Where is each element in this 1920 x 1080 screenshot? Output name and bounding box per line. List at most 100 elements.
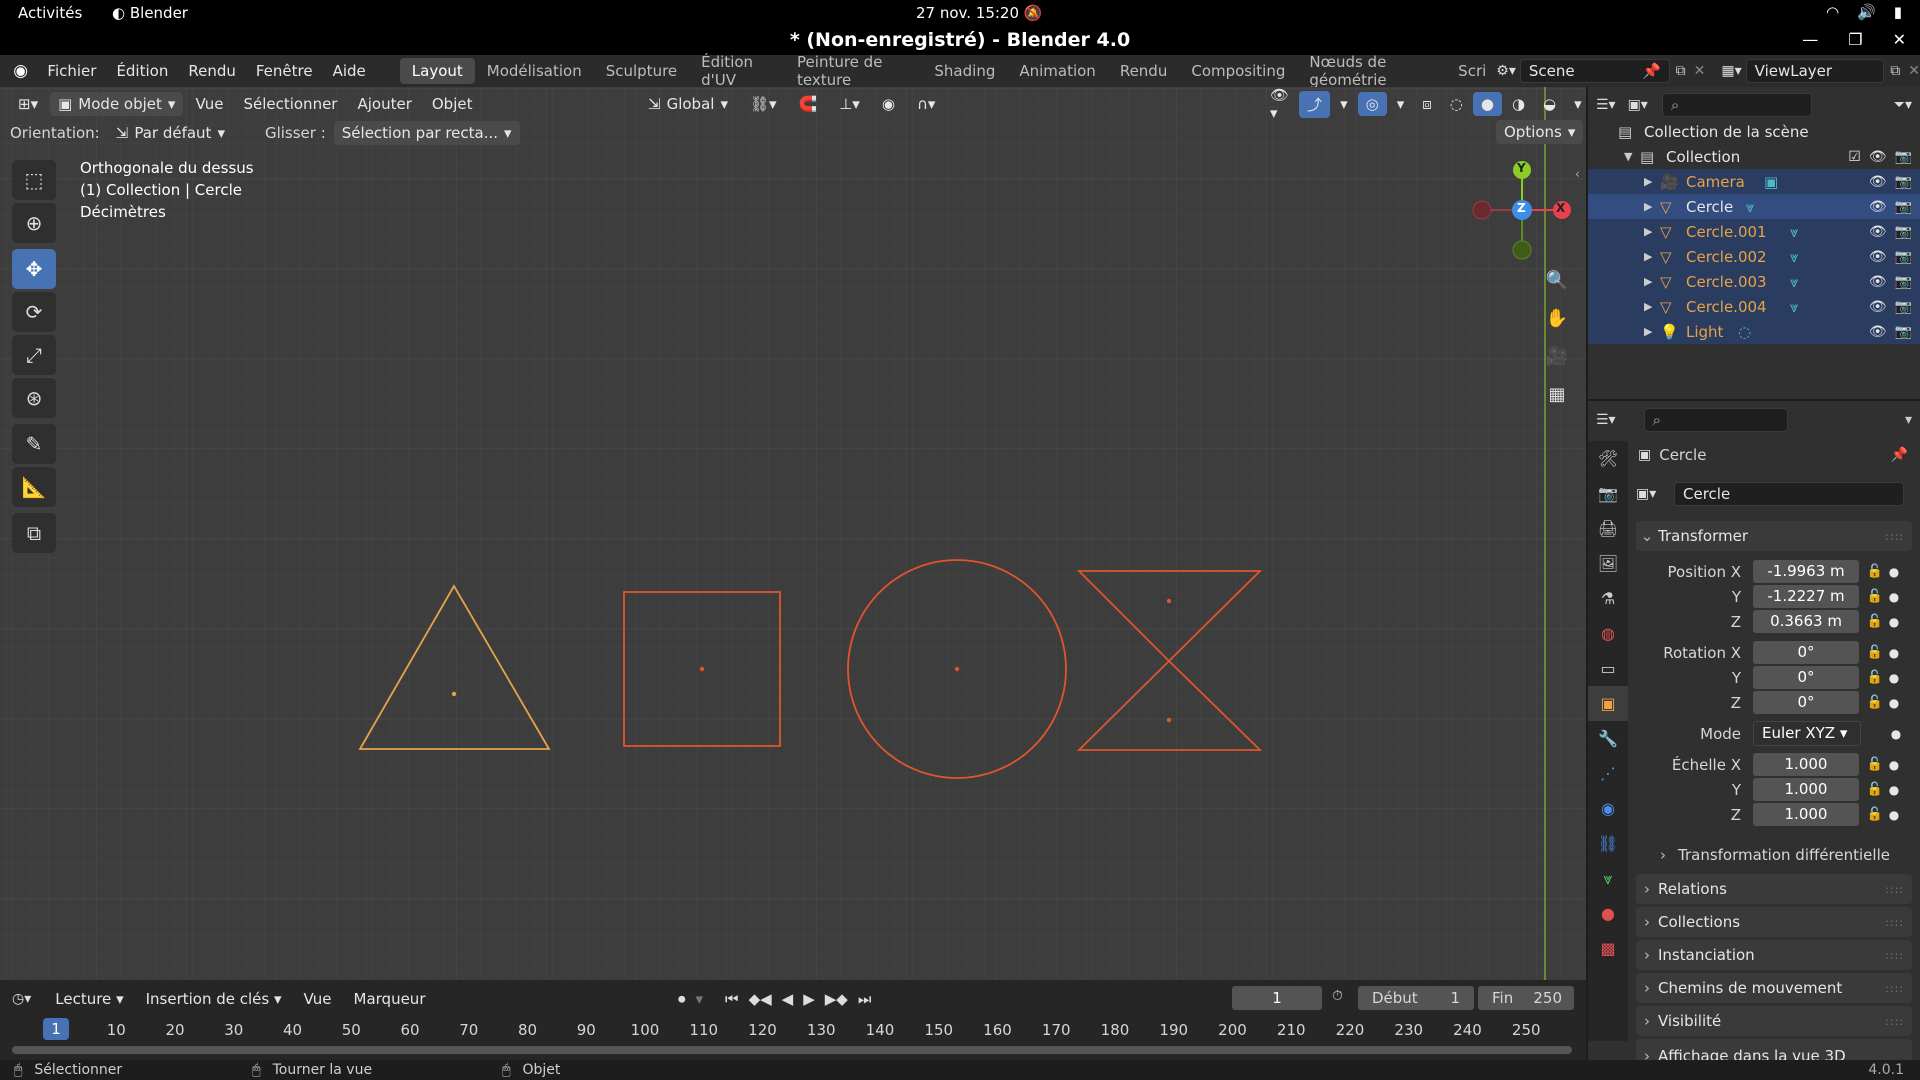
tab-animation[interactable]: Animation	[1007, 58, 1107, 84]
motion-paths-panel-header[interactable]: › Chemins de mouvement ::::	[1636, 973, 1912, 1003]
tab-scripting[interactable]: Scri	[1446, 58, 1490, 84]
pan-hand-icon[interactable]: ✋	[1540, 301, 1574, 335]
keyframe-dot-icon[interactable]: ●	[1887, 783, 1901, 797]
camera-render-icon[interactable]: 📷	[1895, 224, 1912, 240]
keyframe-dot-icon[interactable]: ●	[1889, 727, 1903, 741]
overlay-dropdown-icon[interactable]: ▾	[1389, 92, 1413, 116]
lock-icon[interactable]: 🔓	[1863, 782, 1887, 797]
rendered-shading-icon[interactable]: ◒	[1535, 92, 1564, 116]
properties-editor-icon[interactable]: ☰▾	[1596, 412, 1616, 428]
eye-icon[interactable]: 👁	[1869, 199, 1887, 215]
next-keyframe-icon[interactable]: ▶◆	[825, 990, 848, 1008]
keyframe-dot-icon[interactable]: ●	[1887, 758, 1901, 772]
texture-tab-icon[interactable]: ▩	[1588, 931, 1628, 966]
camera-render-icon[interactable]: 📷	[1895, 149, 1912, 165]
pin-icon[interactable]: 📌	[1891, 447, 1908, 463]
outliner-item-light[interactable]: ▶ 💡 Light ◌ 👁 📷	[1588, 319, 1920, 344]
object-name-field[interactable]: Cercle	[1674, 482, 1904, 506]
maximize-icon[interactable]: ❐	[1848, 30, 1862, 49]
eye-icon[interactable]: 👁	[1869, 149, 1887, 165]
chevron-down-icon[interactable]: ▾	[1905, 412, 1912, 428]
outliner-item-cercle-002[interactable]: ▶ ▽ Cercle.002 ⩔ 👁 📷	[1588, 244, 1920, 269]
keyframe-dot-icon[interactable]: ●	[1887, 590, 1901, 604]
object-browse-icon[interactable]: ▣▾	[1636, 486, 1674, 502]
expand-arrow-icon[interactable]: ▶	[1644, 275, 1660, 288]
view-layer-tab-icon[interactable]: 🖼	[1588, 546, 1628, 581]
proportional-edit-icon[interactable]: ◉	[874, 92, 903, 116]
wireframe-shading-icon[interactable]: ◌	[1442, 92, 1471, 116]
visibility-icon[interactable]: 👁▾	[1262, 87, 1297, 125]
tab-compositing[interactable]: Compositing	[1179, 58, 1297, 84]
lock-icon[interactable]: 🔓	[1863, 807, 1887, 822]
record-icon[interactable]: ⏺	[678, 990, 686, 1008]
camera-render-icon[interactable]: 📷	[1895, 174, 1912, 190]
stopwatch-icon[interactable]: ⏱	[1332, 988, 1343, 1004]
rotation-mode-select[interactable]: Euler XYZ ▾	[1753, 721, 1861, 746]
viewlayer-browse-icon[interactable]: ▦▾	[1721, 63, 1741, 79]
timeline-scrollbar[interactable]	[12, 1046, 1572, 1054]
keyframe-dot-icon[interactable]: ●	[1887, 646, 1901, 660]
camera-render-icon[interactable]: 📷	[1895, 249, 1912, 265]
current-frame-field[interactable]: 1	[1232, 986, 1322, 1010]
cursor-tool-icon[interactable]: ⊕	[12, 203, 56, 243]
play-icon[interactable]: ▶	[803, 990, 815, 1008]
material-shading-icon[interactable]: ◑	[1504, 92, 1533, 116]
tool-tab-icon[interactable]: 🛠	[1588, 441, 1628, 476]
eye-icon[interactable]: 👁	[1869, 299, 1887, 315]
record-options-icon[interactable]: ▾	[696, 990, 704, 1008]
outliner-item-cercle[interactable]: ▶ ▽ Cercle ⩔ 👁 📷	[1588, 194, 1920, 219]
lock-icon[interactable]: 🔓	[1863, 564, 1887, 579]
expand-arrow-icon[interactable]: ▶	[1644, 300, 1660, 313]
menu-insertion-cles[interactable]: Insertion de clés ▾	[138, 987, 290, 1011]
camera-render-icon[interactable]: 📷	[1895, 199, 1912, 215]
transform-orientation[interactable]: ⇲ Global ▾	[640, 92, 736, 116]
camera-render-icon[interactable]: 📷	[1895, 274, 1912, 290]
timeline-frame-ruler[interactable]: 1102030405060708090100110120130140150160…	[0, 1014, 1586, 1066]
tab-rendu[interactable]: Rendu	[1108, 58, 1180, 84]
scene-tab-icon[interactable]: ⚗	[1588, 581, 1628, 616]
tab-sculpture[interactable]: Sculpture	[594, 58, 689, 84]
delete-scene-icon[interactable]: ✕	[1694, 63, 1706, 79]
camera-render-icon[interactable]: 📷	[1895, 324, 1912, 340]
menu-fenetre[interactable]: Fenêtre	[246, 62, 323, 80]
play-reverse-icon[interactable]: ◀	[782, 990, 794, 1008]
tab-layout[interactable]: Layout	[399, 58, 475, 84]
collection-tab-icon[interactable]: ▭	[1588, 651, 1628, 686]
clock[interactable]: 27 nov. 15:20 🔕	[916, 4, 1042, 22]
sidebar-toggle-icon[interactable]: ‹	[1575, 167, 1580, 181]
lock-icon[interactable]: 🔓	[1863, 670, 1887, 685]
timeline-editor-icon[interactable]: ◷▾	[12, 991, 31, 1007]
eye-icon[interactable]: 👁	[1869, 249, 1887, 265]
rotation-y-field[interactable]: 0°	[1753, 666, 1859, 689]
particles-tab-icon[interactable]: ⋰	[1588, 756, 1628, 791]
menu-marqueur[interactable]: Marqueur	[346, 987, 434, 1011]
output-tab-icon[interactable]: 🖨	[1588, 511, 1628, 546]
jump-end-icon[interactable]: ⏭	[858, 990, 872, 1008]
rotation-x-field[interactable]: 0°	[1753, 641, 1859, 664]
jump-start-icon[interactable]: ⏮	[725, 990, 739, 1008]
eye-icon[interactable]: 👁	[1869, 174, 1887, 190]
activities-button[interactable]: Activités	[18, 4, 82, 22]
shading-dropdown-icon[interactable]: ▾	[1566, 92, 1586, 116]
lock-icon[interactable]: 🔓	[1863, 589, 1887, 604]
camera-view-icon[interactable]: 🎥	[1540, 339, 1574, 373]
blender-logo-icon[interactable]: ◉	[4, 61, 37, 81]
expand-arrow-icon[interactable]: ▶	[1644, 250, 1660, 263]
viewlayer-selector[interactable]: ViewLayer	[1745, 59, 1885, 83]
xray-icon[interactable]: ⧈	[1414, 92, 1440, 116]
close-icon[interactable]: ✕	[1893, 30, 1906, 49]
new-viewlayer-icon[interactable]: ⧉	[1890, 63, 1900, 79]
perspective-toggle-icon[interactable]: ▦	[1540, 377, 1574, 411]
gizmo-toggle-icon[interactable]: ⤴	[1299, 90, 1331, 118]
app-menu[interactable]: ◐ Blender	[112, 4, 188, 22]
keyframe-dot-icon[interactable]: ●	[1887, 808, 1901, 822]
render-tab-icon[interactable]: 📷	[1588, 476, 1628, 511]
scene-selector[interactable]: Scene 📌	[1519, 59, 1670, 83]
relations-panel-header[interactable]: › Relations ::::	[1636, 874, 1912, 904]
prev-keyframe-icon[interactable]: ◆◀	[749, 990, 772, 1008]
delete-viewlayer-icon[interactable]: ✕	[1908, 63, 1920, 79]
expand-arrow-icon[interactable]: ▶	[1644, 325, 1660, 338]
drag-selector[interactable]: Sélection par recta... ▾	[333, 121, 520, 145]
menu-edition[interactable]: Édition	[106, 62, 178, 80]
editor-type-icon[interactable]: ⊞▾	[10, 92, 46, 116]
